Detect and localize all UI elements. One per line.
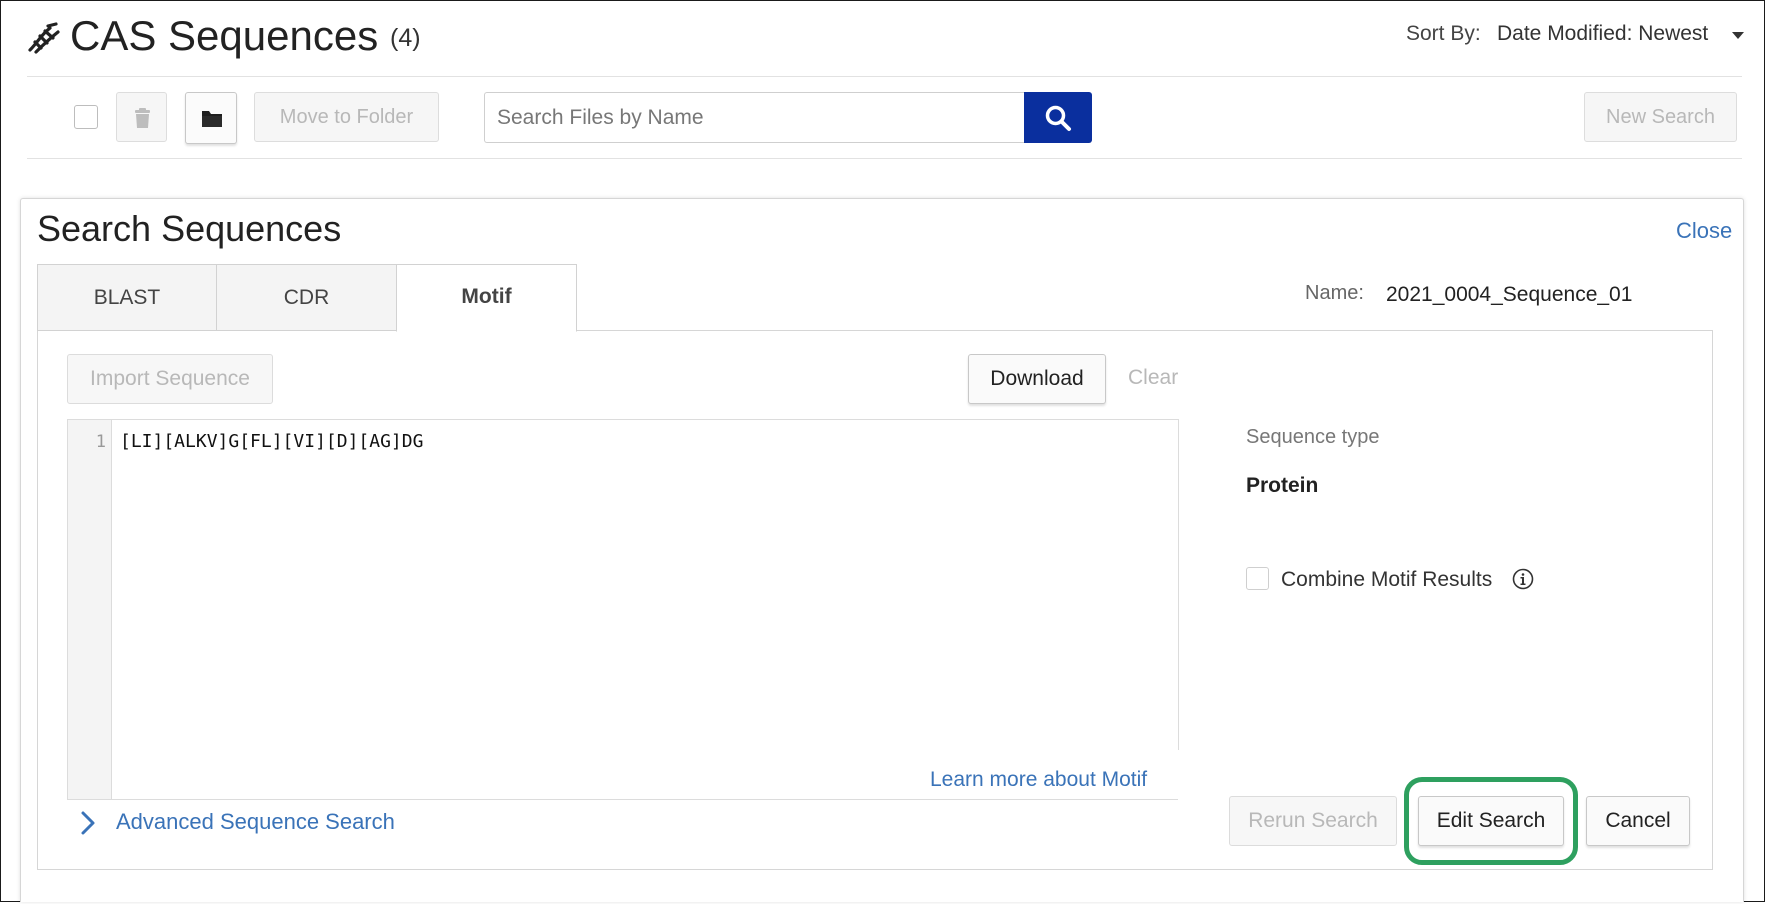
- advanced-sequence-search-link[interactable]: Advanced Sequence Search: [116, 809, 395, 835]
- folder-button[interactable]: [185, 92, 237, 144]
- sort-dropdown[interactable]: Date Modified: Newest: [1497, 22, 1708, 46]
- info-icon[interactable]: [1512, 568, 1534, 590]
- learn-more-link[interactable]: Learn more about Motif: [930, 768, 1147, 792]
- search-icon: [1045, 105, 1071, 131]
- divider: [27, 76, 1742, 77]
- editor-edge: [1178, 750, 1184, 802]
- chevron-right-icon[interactable]: [78, 810, 98, 836]
- close-link[interactable]: Close: [1676, 218, 1732, 244]
- sequence-type-label: Sequence type: [1246, 426, 1380, 448]
- new-search-button[interactable]: New Search: [1584, 92, 1737, 142]
- import-sequence-button[interactable]: Import Sequence: [67, 354, 273, 404]
- tab-blast[interactable]: BLAST: [37, 264, 217, 331]
- line-number: 1: [95, 432, 106, 452]
- line-gutter: [68, 420, 112, 799]
- search-input[interactable]: [484, 92, 1025, 143]
- folder-icon: [202, 111, 222, 127]
- clear-button[interactable]: Clear: [1128, 366, 1178, 390]
- divider: [27, 158, 1742, 159]
- name-label: Name:: [1305, 282, 1364, 304]
- motif-pattern-line[interactable]: [LI][ALKV]G[FL][VI][D][AG]DG: [120, 431, 423, 452]
- caret-down-icon[interactable]: [1732, 32, 1744, 39]
- sequence-name: 2021_0004_Sequence_01: [1386, 283, 1633, 306]
- sequence-editor[interactable]: [67, 419, 1179, 800]
- page-title: CAS Sequences: [70, 12, 379, 59]
- sort-label: Sort By:: [1406, 22, 1481, 45]
- tab-cdr[interactable]: CDR: [216, 264, 397, 331]
- edit-search-button[interactable]: Edit Search: [1418, 796, 1564, 846]
- rerun-search-button[interactable]: Rerun Search: [1229, 796, 1397, 846]
- move-to-folder-button[interactable]: Move to Folder: [254, 92, 439, 142]
- search-button[interactable]: [1024, 92, 1092, 143]
- file-count: (4): [390, 24, 421, 52]
- combine-motif-checkbox[interactable]: [1246, 567, 1269, 590]
- panel-title: Search Sequences: [37, 208, 342, 249]
- trash-icon: [135, 108, 150, 128]
- sequence-type-value: Protein: [1246, 474, 1319, 497]
- combine-motif-label[interactable]: Combine Motif Results: [1281, 568, 1492, 592]
- dna-icon: [28, 22, 60, 54]
- cancel-button[interactable]: Cancel: [1586, 796, 1690, 846]
- select-all-checkbox[interactable]: [74, 105, 98, 129]
- delete-button[interactable]: [116, 92, 167, 142]
- download-button[interactable]: Download: [968, 354, 1106, 404]
- tab-motif[interactable]: Motif: [396, 264, 577, 332]
